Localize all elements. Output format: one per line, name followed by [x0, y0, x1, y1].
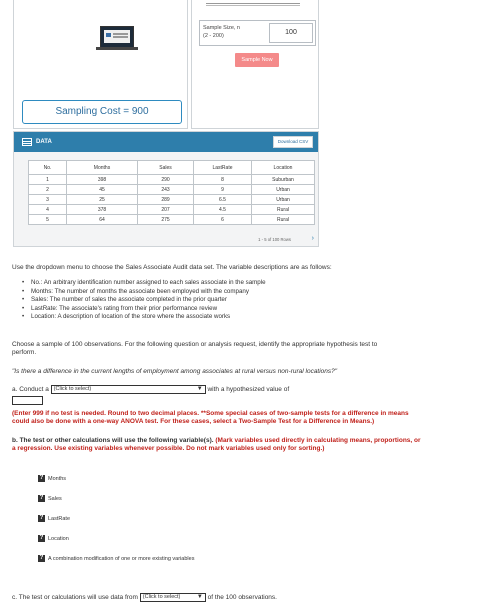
sample-size-range: (2 - 200) [203, 33, 224, 39]
table-cell: 6 [193, 214, 252, 225]
checkbox-months[interactable]: ? Months [38, 475, 66, 484]
data-subset-select[interactable]: (Click to select) ▼ [139, 593, 206, 602]
checkbox-location[interactable]: ? Location [38, 535, 69, 544]
checkbox-lastrate[interactable]: ? LastRate [38, 515, 70, 524]
part-a-prefix: a. Conduct a [12, 386, 49, 394]
download-csv-button[interactable]: Download CSV [273, 136, 313, 148]
sample-size-label: Sample Size, n [203, 25, 240, 31]
table-cell: 2 [28, 184, 67, 195]
table-cell: Rural [251, 214, 315, 225]
table-cell: 290 [137, 174, 194, 185]
table-cell: Urban [251, 194, 315, 205]
table-cell: 289 [137, 194, 194, 205]
data-table: No. Months Sales LastRate Location 1 398… [28, 160, 315, 225]
table-cell: 45 [66, 184, 138, 195]
computer-icon-base [96, 47, 138, 50]
table-row: 2 45 243 9 Urban [28, 184, 315, 195]
table-header-row: No. Months Sales LastRate Location [28, 160, 315, 175]
table-cell: 1 [28, 174, 67, 185]
checkbox-icon[interactable]: ? [38, 535, 45, 543]
computer-icon [100, 26, 134, 48]
checkbox-icon[interactable]: ? [38, 515, 45, 523]
data-panel: DATA Download CSV No. Months Sales LastR… [13, 131, 319, 247]
data-title: DATA [36, 139, 52, 145]
list-item: Months: The number of months the associa… [22, 288, 266, 297]
part-c-suffix: of the 100 observations. [207, 594, 277, 602]
part-a-suffix: with a hypothesized value of [207, 386, 290, 394]
list-item: No.: An arbitrary identification number … [22, 279, 266, 288]
question-text: "Is there a difference in the current le… [12, 368, 338, 375]
part-c-line: c. The test or calculations will use dat… [12, 593, 277, 602]
data-header: DATA Download CSV [14, 132, 318, 152]
sample-controls-panel: Sample Size, n (2 - 200) 100 Sample Now [191, 0, 319, 129]
part-c-prefix: c. The test or calculations will use dat… [12, 594, 138, 602]
table-cell: 378 [66, 204, 138, 215]
table-cell: 6.5 [193, 194, 252, 205]
next-page-icon[interactable]: › [312, 235, 314, 242]
hypothesized-value-input[interactable] [12, 396, 43, 405]
table-row: 3 25 289 6.5 Urban [28, 194, 315, 205]
checkbox-combination[interactable]: ? A combination modification of one or mo… [38, 555, 194, 564]
dataset-select-partial[interactable] [206, 3, 300, 6]
table-cell: 8 [193, 174, 252, 185]
table-cell: 4 [28, 204, 67, 215]
checkbox-icon[interactable]: ? [38, 495, 45, 503]
table-cell: 25 [66, 194, 138, 205]
choose-sample-text: Choose a sample of 100 observations. For… [12, 341, 378, 356]
table-cell: Suburban [251, 174, 315, 185]
list-item: Location: A description of location of t… [22, 313, 266, 322]
column-header[interactable]: Sales [137, 160, 194, 175]
table-cell: 243 [137, 184, 194, 195]
sampling-cost-display: Sampling Cost = 900 [22, 100, 182, 124]
chevron-down-icon: ▼ [196, 386, 203, 392]
part-b-text: b. The test or other calculations will u… [12, 437, 421, 452]
part-a-line: a. Conduct a (Click to select) ▼ with a h… [12, 385, 289, 394]
sample-now-button[interactable]: Sample Now [235, 53, 279, 67]
table-cell: 5 [28, 214, 67, 225]
column-header[interactable]: Location [251, 160, 315, 175]
table-grid-icon [22, 138, 32, 146]
table-cell: Rural [251, 204, 315, 215]
sample-size-field: Sample Size, n (2 - 200) 100 [199, 20, 316, 46]
table-row: 1 398 290 8 Suburban [28, 174, 315, 185]
chevron-down-icon: ▼ [196, 594, 203, 600]
instructions-intro: Use the dropdown menu to choose the Sale… [12, 264, 332, 271]
part-a-note: (Enter 999 if no test is needed. Round t… [12, 410, 409, 425]
table-cell: 275 [137, 214, 194, 225]
table-cell: 9 [193, 184, 252, 195]
list-item: Sales: The number of sales the associate… [22, 296, 266, 305]
table-cell: 398 [66, 174, 138, 185]
checkbox-icon[interactable]: ? [38, 555, 45, 563]
table-cell: 207 [137, 204, 194, 215]
column-header[interactable]: No. [28, 160, 67, 175]
column-header[interactable]: Months [66, 160, 138, 175]
test-type-select[interactable]: (Click to select) ▼ [50, 385, 206, 394]
table-cell: 64 [66, 214, 138, 225]
sample-size-input[interactable]: 100 [269, 23, 313, 43]
checkbox-icon[interactable]: ? [38, 475, 45, 483]
table-cell: 4.5 [193, 204, 252, 215]
table-cell: Urban [251, 184, 315, 195]
table-row: 5 64 275 6 Rural [28, 214, 315, 225]
column-header[interactable]: LastRate [193, 160, 252, 175]
list-item: LastRate: The associate's rating from th… [22, 305, 266, 314]
table-row: 4 378 207 4.5 Rural [28, 204, 315, 215]
variable-list: No.: An arbitrary identification number … [22, 279, 266, 322]
pager-status: 1 - 5 of 100 Rows [258, 237, 291, 242]
checkbox-sales[interactable]: ? Sales [38, 495, 62, 504]
table-cell: 3 [28, 194, 67, 205]
